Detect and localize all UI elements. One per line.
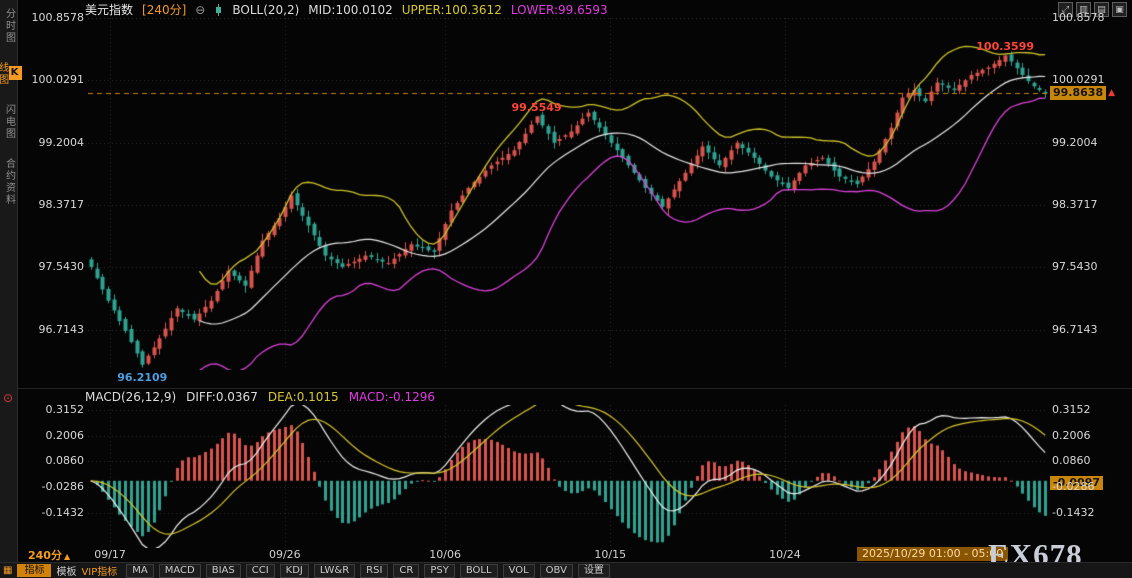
last-price-badge: 99.8638	[1050, 85, 1107, 100]
chart-application: 分时图 K 线图 闪电图 合约资料 ⊙ 美元指数 [240分] ⊖ BOLL(2…	[0, 0, 1132, 578]
main-y-axis-label-left: 100.0291	[31, 73, 85, 87]
macd-title: MACD(26,12,9)	[85, 390, 177, 404]
tab-boll[interactable]: BOLL	[459, 563, 498, 578]
main-y-axis-label-right: 99.2004	[1052, 135, 1098, 149]
template-button[interactable]: 模板	[56, 563, 76, 578]
price-annotation: 100.3599	[976, 40, 1035, 54]
chart-header: 美元指数 [240分] ⊖ BOLL(20,2) MID:100.0102 UP…	[85, 1, 608, 18]
macd-panel-icon[interactable]: ⊙	[3, 391, 13, 405]
macd-y-axis-label-left: 0.3152	[45, 402, 85, 416]
tab-rsi[interactable]: RSI	[360, 563, 389, 578]
tab-obv[interactable]: OBV	[539, 563, 573, 578]
single-layout-icon[interactable]: ▣	[1112, 2, 1127, 17]
tab-cci[interactable]: CCI	[245, 563, 275, 578]
price-up-arrow-icon: ▲	[1108, 87, 1116, 98]
panel-separator	[18, 388, 1132, 389]
x-axis-date-label: 10/24	[769, 548, 801, 561]
period-label[interactable]: [240分]	[142, 1, 186, 18]
macd-y-axis-label-right: -0.1432	[1052, 505, 1095, 519]
main-y-axis-label-right: 100.0291	[1052, 73, 1105, 87]
macd-diff-value: DIFF:0.0367	[186, 390, 258, 404]
macd-y-axis-label-right: -0.0286	[1052, 480, 1095, 494]
tab-psy[interactable]: PSY	[424, 563, 455, 578]
symbol-title: 美元指数	[85, 3, 134, 17]
settings-button[interactable]: 设置	[577, 563, 610, 578]
main-price-chart[interactable]	[88, 18, 1048, 370]
current-candle-time: 2025/10/29 01:00 - 05:00	[857, 547, 1009, 561]
boll-upper-value: UPPER:100.3612	[401, 2, 502, 17]
macd-y-axis-label-right: 0.2006	[1052, 428, 1091, 442]
boll-indicator-label: BOLL(20,2)	[232, 2, 300, 17]
price-annotation: 99.5549	[511, 101, 562, 115]
tab-lwr[interactable]: LW&R	[313, 563, 356, 578]
tab-cr[interactable]: CR	[393, 563, 420, 578]
kline-label: 线图	[0, 62, 8, 86]
main-y-axis-label-right: 97.5430	[1052, 260, 1098, 274]
macd-y-axis-label-right: 0.3152	[1052, 402, 1091, 416]
period-chip-label: 240分	[28, 549, 62, 562]
vip-indicator-button[interactable]: VIP指标	[81, 563, 117, 578]
macd-header: MACD(26,12,9) DIFF:0.0367 DEA:0.1015 MAC…	[85, 390, 435, 404]
x-axis-date-label: 09/17	[94, 548, 126, 561]
last-price-badge-row: 99.8638 ▲	[1050, 85, 1116, 100]
main-y-axis-label-right: 100.8578	[1052, 11, 1105, 24]
main-y-axis-label-right: 96.7143	[1052, 322, 1098, 336]
period-chip[interactable]: 240分 ▲	[28, 547, 70, 563]
candlestick-icon	[214, 3, 223, 16]
x-axis-date-label: 10/06	[429, 548, 461, 561]
tab-bias[interactable]: BIAS	[205, 563, 241, 578]
sidebar-item-contract-info[interactable]: 合约资料	[2, 158, 16, 206]
bottom-toolbar: ▦ 指标 模板 VIP指标 MA MACD BIAS CCI KDJ LW&R …	[0, 562, 1132, 578]
main-y-axis-label-left: 98.3717	[38, 198, 85, 212]
tab-ma[interactable]: MA	[126, 563, 154, 578]
boll-lower-value: LOWER:99.6593	[510, 2, 608, 17]
sidebar-item-time-chart[interactable]: 分时图	[2, 8, 16, 44]
toolbar-menu-icon[interactable]: ▦	[3, 565, 12, 576]
boll-mid-value: MID:100.0102	[308, 2, 393, 17]
tab-macd[interactable]: MACD	[158, 563, 201, 578]
tab-kdj[interactable]: KDJ	[279, 563, 309, 578]
macd-y-axis-label-left: -0.1432	[41, 505, 84, 519]
main-y-axis-label-left: 97.5430	[38, 260, 85, 274]
macd-dea-value: DEA:0.1015	[267, 390, 339, 404]
price-annotation: 96.2109	[117, 370, 168, 384]
sidebar-item-lightning-chart[interactable]: 闪电图	[2, 104, 16, 140]
indicator-button[interactable]: 指标	[17, 564, 52, 577]
main-y-axis-label-right: 98.3717	[1052, 198, 1098, 212]
macd-y-axis-label-left: 0.0860	[45, 454, 85, 468]
collapse-icon[interactable]: ⊖	[195, 3, 205, 17]
main-y-axis-label-left: 96.7143	[38, 322, 85, 336]
macd-macd-value: MACD:-0.1296	[348, 390, 436, 404]
left-sidebar: 分时图 K 线图 闪电图 合约资料	[0, 0, 23, 578]
macd-y-axis-label-left: -0.0286	[41, 480, 84, 494]
macd-indicator-chart[interactable]	[88, 405, 1048, 548]
main-y-axis-label-left: 100.8578	[31, 11, 85, 24]
x-axis-date-label: 09/26	[268, 548, 301, 561]
macd-y-axis-label-left: 0.2006	[45, 428, 85, 442]
macd-y-axis-label-right: 0.0860	[1052, 454, 1091, 468]
period-up-arrow-icon: ▲	[63, 552, 71, 561]
main-y-axis-label-left: 99.2004	[38, 135, 85, 149]
x-axis-date-label: 10/15	[594, 548, 627, 561]
tab-vol[interactable]: VOL	[502, 563, 535, 578]
x-axis: 240分 ▲ 2025/10/29 01:00 - 05:00	[0, 547, 1132, 562]
